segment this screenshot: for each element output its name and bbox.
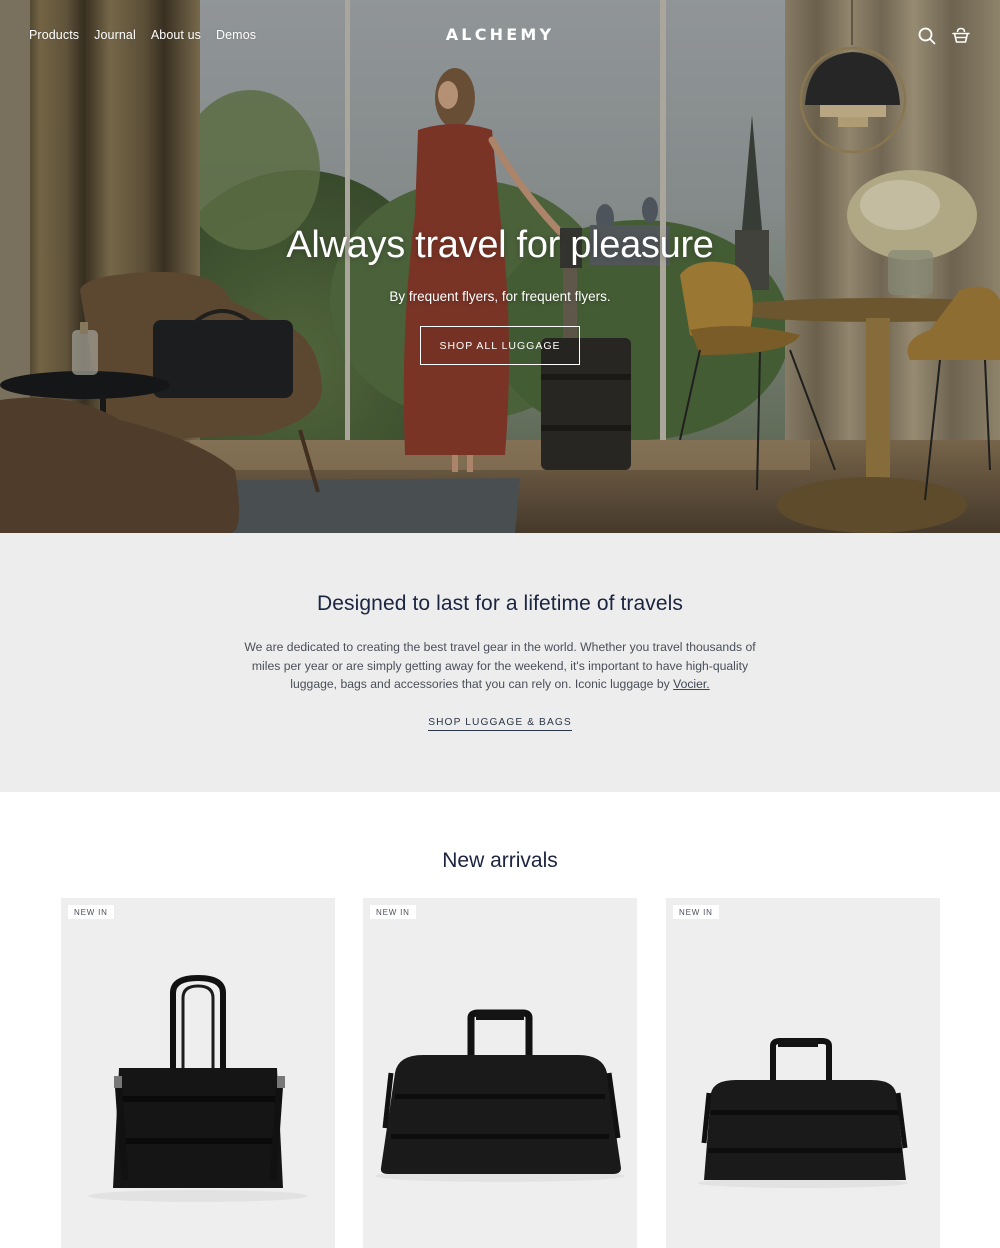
product-card[interactable]: NEW IN — [363, 898, 637, 1248]
product-image-tote-bag — [88, 974, 308, 1202]
new-in-badge: NEW IN — [673, 905, 719, 919]
intro-heading: Designed to last for a lifetime of trave… — [316, 592, 684, 615]
hero-subtitle: By frequent flyers, for frequent flyers. — [389, 289, 611, 304]
hero-content: Always travel for pleasure By frequent f… — [0, 224, 1000, 365]
new-in-badge: NEW IN — [68, 905, 114, 919]
shop-luggage-bags-link[interactable]: SHOP LUGGAGE & BAGS — [428, 717, 572, 731]
shop-all-luggage-button[interactable]: SHOP ALL LUGGAGE — [420, 326, 580, 365]
search-icon[interactable] — [917, 26, 937, 46]
new-in-badge: NEW IN — [370, 905, 416, 919]
new-arrivals-heading: New arrivals — [442, 849, 558, 872]
hero-banner: Products Journal About us Demos ALCHEMY … — [0, 0, 1000, 533]
header-actions — [917, 26, 971, 46]
hero-title: Always travel for pleasure — [286, 224, 714, 266]
product-card[interactable]: NEW IN — [61, 898, 335, 1248]
vocier-link[interactable]: Vocier. — [673, 677, 710, 691]
intro-section: Designed to last for a lifetime of trave… — [0, 533, 1000, 792]
product-image-weekender-small — [698, 1038, 908, 1188]
cart-basket-icon[interactable] — [951, 26, 971, 46]
intro-body: We are dedicated to creating the best tr… — [240, 638, 760, 694]
brand-logo[interactable]: ALCHEMY — [0, 25, 1000, 44]
product-image-weekender-large — [375, 1009, 625, 1182]
product-card[interactable]: NEW IN — [666, 898, 940, 1248]
